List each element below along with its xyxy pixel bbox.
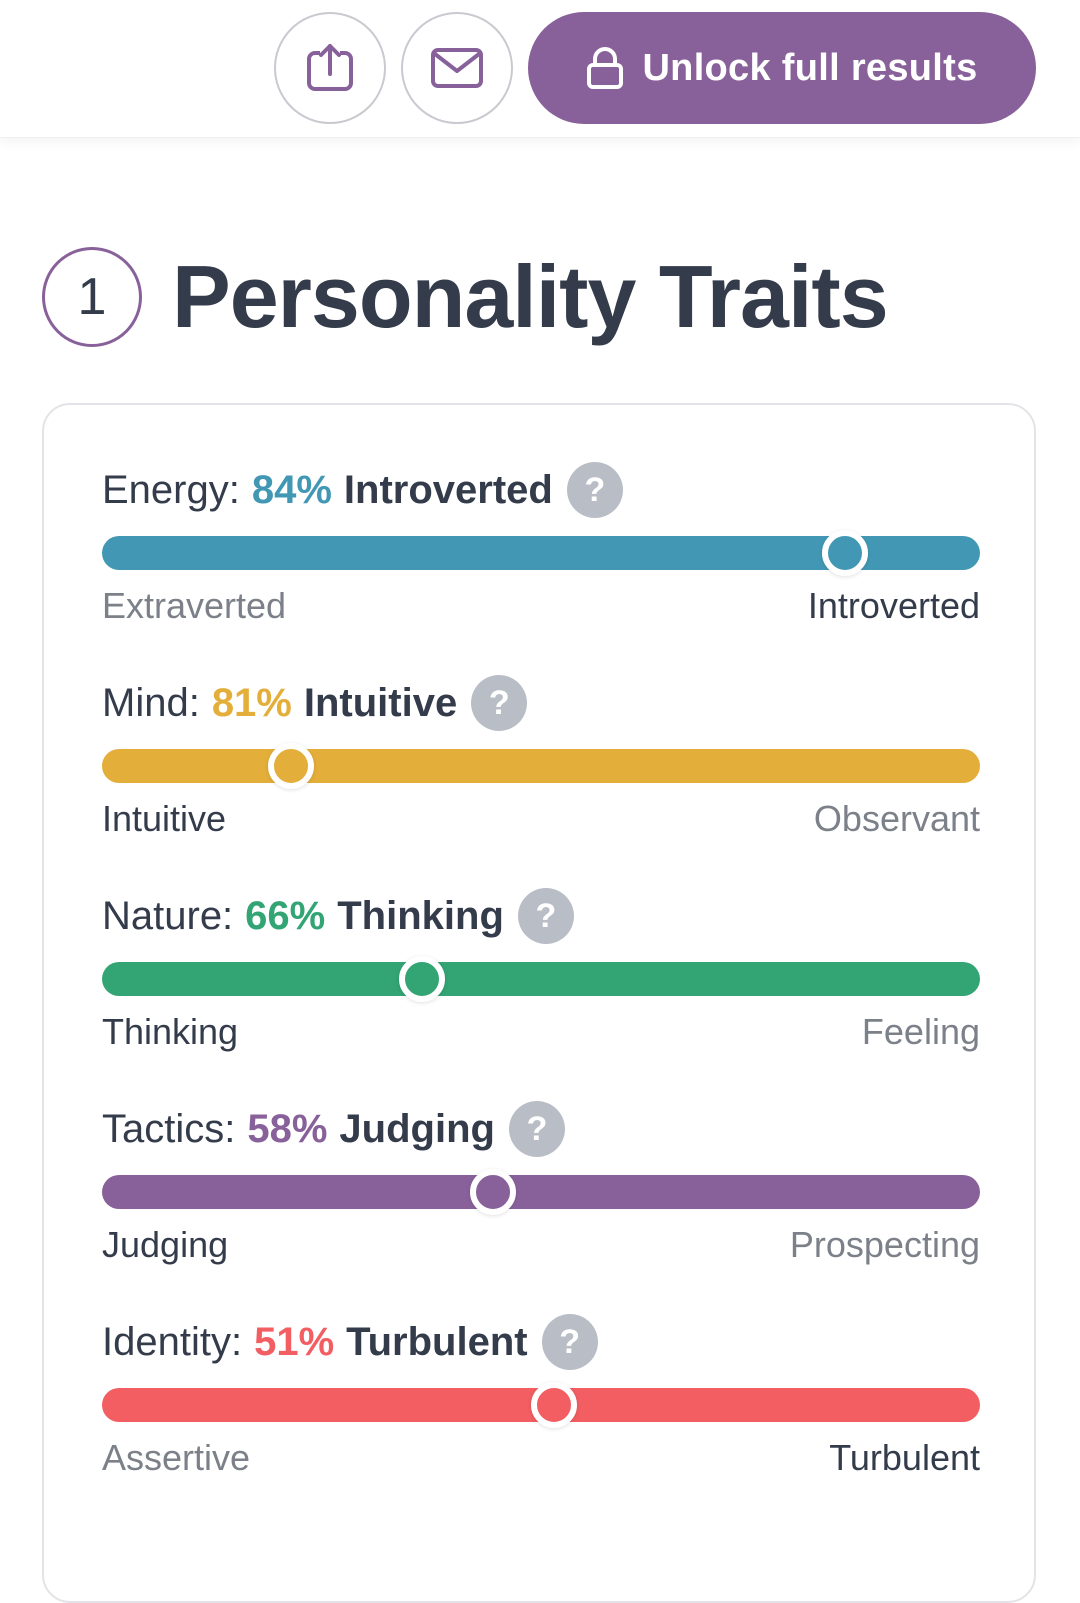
trait-result: Introverted: [343, 467, 553, 512]
trait-title: Nature: 66% Thinking?: [102, 888, 574, 944]
trait-title: Energy: 84% Introverted?: [102, 462, 623, 518]
trait-label: Mind:: [102, 680, 200, 725]
right-pole-label: Prospecting: [789, 1224, 980, 1265]
trait-marker: [531, 1382, 578, 1428]
share-upload-icon: [307, 44, 353, 91]
trait-percent: 58%: [247, 1106, 328, 1151]
left-pole-label: Assertive: [102, 1437, 251, 1478]
top-bar: Unlock full results: [0, 0, 1080, 138]
share-button[interactable]: [274, 12, 386, 124]
right-pole-label: Feeling: [861, 1011, 980, 1052]
trait-endpoints: Assertive Turbulent: [102, 1434, 980, 1482]
section-header: 1 Personality Traits: [42, 245, 889, 349]
step-number-badge: 1: [42, 247, 142, 347]
trait-endpoints: Intuitive Observant: [102, 795, 980, 843]
trait-result: Thinking: [337, 893, 504, 938]
unlock-label: Unlock full results: [642, 46, 978, 89]
email-button[interactable]: [401, 12, 513, 124]
left-pole-label: Extraverted: [102, 585, 287, 626]
help-icon[interactable]: ?: [541, 1314, 598, 1370]
help-icon[interactable]: ?: [566, 462, 623, 518]
trait-endpoints: Judging Prospecting: [102, 1221, 980, 1269]
trait-label: Tactics:: [102, 1106, 236, 1151]
trait-label: Energy:: [102, 467, 240, 512]
trait-result: Turbulent: [346, 1319, 528, 1364]
trait-bar: [102, 1382, 980, 1428]
section-title: Personality Traits: [172, 247, 889, 346]
trait-marker: [399, 956, 446, 1002]
trait-label: Identity:: [102, 1319, 243, 1364]
trait-result: Judging: [339, 1106, 495, 1151]
left-pole-label: Judging: [102, 1224, 229, 1265]
trait-bar: [102, 743, 980, 789]
trait-percent: 66%: [245, 893, 326, 938]
left-pole-label: Thinking: [102, 1011, 239, 1052]
lock-icon: [586, 47, 624, 89]
unlock-full-results-button[interactable]: Unlock full results: [528, 12, 1036, 124]
trait-label: Nature:: [102, 893, 234, 938]
trait-marker: [267, 743, 314, 789]
trait-bar: [102, 956, 980, 1002]
trait-percent: 51%: [254, 1319, 335, 1364]
trait-title: Mind: 81% Intuitive?: [102, 675, 528, 731]
right-pole-label: Introverted: [807, 585, 980, 626]
trait-marker: [821, 530, 868, 576]
left-pole-label: Intuitive: [102, 798, 227, 839]
trait-bar: [102, 1169, 980, 1215]
trait-title: Tactics: 58% Judging?: [102, 1101, 565, 1157]
help-icon[interactable]: ?: [508, 1101, 565, 1157]
trait-bar: [102, 530, 980, 576]
trait-percent: 81%: [211, 680, 292, 725]
right-pole-label: Turbulent: [829, 1437, 980, 1478]
envelope-icon: [431, 48, 483, 88]
trait-title: Identity: 51% Turbulent?: [102, 1314, 598, 1370]
trait-percent: 84%: [251, 467, 332, 512]
help-icon[interactable]: ?: [517, 888, 574, 944]
trait-marker: [469, 1169, 516, 1215]
right-pole-label: Observant: [813, 798, 980, 839]
trait-endpoints: Extraverted Introverted: [102, 582, 980, 630]
help-icon[interactable]: ?: [471, 675, 528, 731]
traits-card: Energy: 84% Introverted? Extraverted Introve…: [42, 403, 1036, 1603]
trait-endpoints: Thinking Feeling: [102, 1008, 980, 1056]
trait-result: Intuitive: [303, 680, 458, 725]
